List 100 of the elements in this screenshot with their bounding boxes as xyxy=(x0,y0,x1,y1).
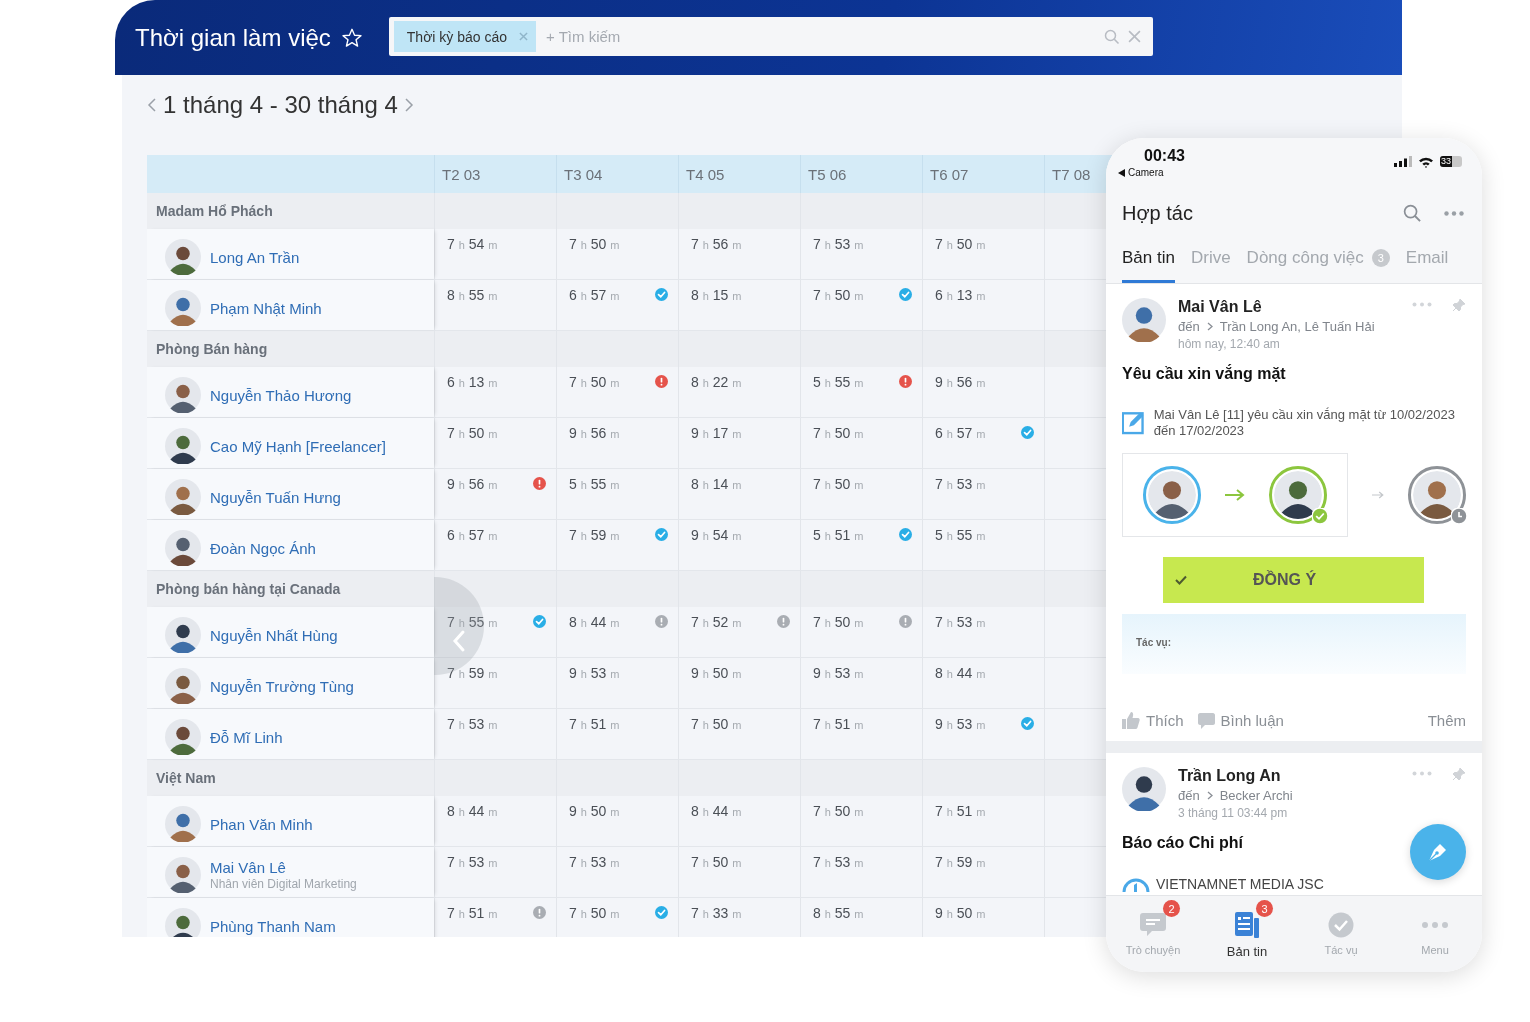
request-text: Mai Vân Lê [11] yêu cầu xin vắng mặt từ 10/02/2023 đến 17/02/2023 xyxy=(1153,407,1456,439)
employee-name[interactable]: Nguyễn Trường Tùng xyxy=(210,677,354,695)
hours-value: 7 h 56 m xyxy=(691,236,742,252)
employee-name[interactable]: Mai Vân Lê xyxy=(210,859,357,876)
hours-value: 7 h 53 m xyxy=(569,854,620,870)
hours-value: 7 h 50 m xyxy=(813,425,864,441)
check-circle-icon xyxy=(1328,912,1354,938)
pin-icon[interactable] xyxy=(1452,298,1466,312)
hours-value: 7 h 59 m xyxy=(935,854,986,870)
avatar xyxy=(165,290,201,326)
hours-value: 9 h 50 m xyxy=(935,905,986,921)
hours-value: 6 h 57 m xyxy=(447,527,498,543)
hours-value: 7 h 50 m xyxy=(813,476,864,492)
hours-value: 8 h 44 m xyxy=(691,803,742,819)
hours-value: 7 h 50 m xyxy=(569,374,620,390)
hours-value: 7 h 50 m xyxy=(691,716,742,732)
hours-value: 7 h 51 m xyxy=(569,716,620,732)
next-icon[interactable] xyxy=(403,97,414,113)
group-name: Việt Nam xyxy=(156,770,216,786)
search-icon[interactable] xyxy=(1403,203,1422,223)
thumbs-up-icon xyxy=(1122,712,1140,729)
more-icon[interactable] xyxy=(1412,302,1432,307)
avatar xyxy=(1122,767,1166,811)
app-title: Hợp tác xyxy=(1122,201,1194,225)
recipients[interactable]: Becker Archi xyxy=(1219,788,1293,803)
filter-chip[interactable]: Thời kỳ báo cáo xyxy=(393,21,537,52)
employee-name[interactable]: Phan Văn Minh xyxy=(210,815,313,833)
hours-value: 7 h 50 m xyxy=(447,425,498,441)
check-icon xyxy=(1175,575,1187,585)
column-header: T6 07 xyxy=(930,165,969,183)
search-field[interactable]: Thời kỳ báo cáo + Tìm kiếm xyxy=(388,17,1153,56)
count-badge: 3 xyxy=(1256,900,1273,917)
close-icon[interactable] xyxy=(1127,30,1141,43)
search-icon[interactable] xyxy=(1103,28,1120,45)
column-header: T7 08 xyxy=(1052,165,1091,183)
approve-button[interactable]: ĐỒNG Ý xyxy=(1163,557,1424,603)
count-badge: 3 xyxy=(1371,249,1390,267)
nav-item[interactable]: 2 Trò chuyện xyxy=(1113,898,1193,956)
comment-icon xyxy=(1197,712,1215,729)
hours-value: 6 h 13 m xyxy=(935,287,986,303)
group-name: Madam Hổ Phách xyxy=(156,203,273,219)
hours-value: 8 h 55 m xyxy=(813,905,864,921)
chevron-icon xyxy=(1206,322,1213,331)
hours-value: 6 h 13 m xyxy=(447,374,498,390)
column-header: T3 04 xyxy=(564,165,603,183)
chevron-left-icon xyxy=(452,629,466,653)
arrow-icon xyxy=(1372,489,1384,501)
more-icon[interactable] xyxy=(1412,771,1432,776)
post-time: hôm nay, 12:40 am xyxy=(1178,337,1281,351)
hours-value: 5 h 51 m xyxy=(813,527,864,543)
hours-value: 6 h 57 m xyxy=(935,425,986,441)
hours-value: 5 h 55 m xyxy=(569,476,620,492)
more-button[interactable]: Thêm xyxy=(1427,712,1466,729)
hours-value: 7 h 51 m xyxy=(813,716,864,732)
author-name[interactable]: Trần Long An xyxy=(1178,767,1400,785)
avatar xyxy=(165,428,201,464)
to-label: đến xyxy=(1178,319,1200,334)
column-header: T4 05 xyxy=(686,165,725,183)
hours-value: 6 h 57 m xyxy=(569,287,620,303)
recipients[interactable]: Trần Long An, Lê Tuấn Hải xyxy=(1219,319,1375,334)
hours-value: 9 h 50 m xyxy=(691,665,742,681)
hours-value: 5 h 55 m xyxy=(813,374,864,390)
employee-name[interactable]: Nguyễn Tuấn Hưng xyxy=(210,488,341,506)
battery-icon: 33 xyxy=(1440,156,1462,167)
employee-name[interactable]: Nguyễn Nhất Hùng xyxy=(210,626,338,644)
hours-value: 8 h 22 m xyxy=(691,374,742,390)
avatar xyxy=(165,617,201,653)
hours-value: 8 h 55 m xyxy=(447,287,498,303)
back-link[interactable]: Camera xyxy=(1118,167,1185,178)
employee-name[interactable]: Phạm Nhật Minh xyxy=(210,299,322,317)
employee-name[interactable]: Nguyễn Thảo Hương xyxy=(210,386,352,404)
pin-icon[interactable] xyxy=(1452,767,1466,781)
more-icon[interactable] xyxy=(1444,210,1464,216)
more-icon xyxy=(1422,922,1448,928)
avatar xyxy=(165,908,201,937)
hours-value: 7 h 53 m xyxy=(935,476,986,492)
hours-value: 7 h 51 m xyxy=(447,905,498,921)
star-icon[interactable] xyxy=(340,26,363,49)
employee-name[interactable]: Đoàn Ngọc Ánh xyxy=(210,539,316,557)
close-icon[interactable] xyxy=(519,32,529,41)
author-name[interactable]: Mai Vân Lê xyxy=(1178,298,1400,316)
hours-value: 7 h 52 m xyxy=(691,614,742,630)
post-time: 3 tháng 11 03:44 pm xyxy=(1178,806,1289,820)
comment-button[interactable]: Bình luận xyxy=(1197,712,1284,729)
column-header: T2 03 xyxy=(442,165,481,183)
group-name: Phòng Bán hàng xyxy=(156,341,268,357)
employee-name[interactable]: Đỗ Mĩ Linh xyxy=(210,728,283,746)
group-name: Phòng bán hàng tại Canada xyxy=(156,581,341,597)
hours-value: 8 h 44 m xyxy=(447,803,498,819)
employee-role: Nhân viên Digital Marketing xyxy=(210,877,357,891)
avatar xyxy=(165,377,201,413)
like-button[interactable]: Thích xyxy=(1122,712,1184,729)
hours-value: 9 h 56 m xyxy=(935,374,986,390)
hours-value: 8 h 15 m xyxy=(691,287,742,303)
previous-icon[interactable] xyxy=(147,97,157,113)
wifi-icon xyxy=(1418,156,1434,168)
news-icon xyxy=(1235,912,1259,938)
task-label: Tác vụ: xyxy=(1136,637,1171,648)
nav-item[interactable]: 3 Bản tin xyxy=(1207,898,1287,959)
employee-name[interactable]: Long An Trần xyxy=(210,248,300,266)
